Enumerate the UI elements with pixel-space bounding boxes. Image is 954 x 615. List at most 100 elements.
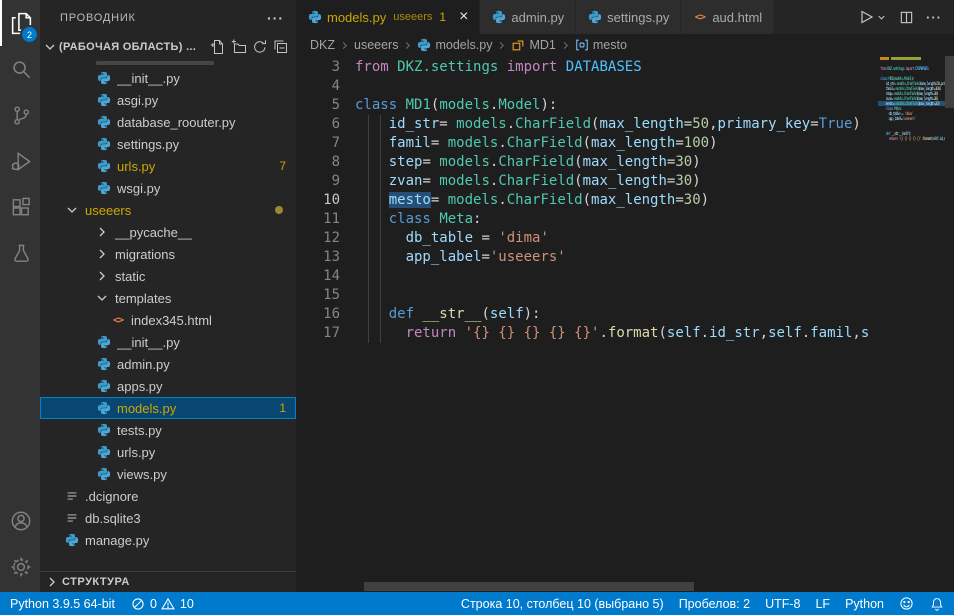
warning-icon [161,596,176,611]
code-line[interactable]: 13 app_label='useeers' [296,248,878,267]
new-folder-button[interactable] [230,38,248,56]
code-line[interactable]: 6 id_str= models.CharField(max_length=50… [296,115,878,134]
editor-group: models.pyuseeers1×admin.pysettings.py<>a… [296,0,954,592]
code-line[interactable]: 9 zvan= models.CharField(max_length=30) [296,172,878,191]
activity-item-manage[interactable] [0,544,40,590]
tree-item-index345.html[interactable]: <>index345.html [40,309,296,331]
tree-item-db.sqlite3[interactable]: db.sqlite3 [40,507,296,529]
eol[interactable]: LF [815,597,830,611]
tree-item-urls.py[interactable]: urls.py7 [40,155,296,177]
tab-settings.py[interactable]: settings.py [576,0,681,34]
status-bar: Python 3.9.5 64-bit 010 Строка 10, столбе… [0,592,954,615]
code-line[interactable]: 16 def __str__(self): [296,305,878,324]
indentation[interactable]: Пробелов: 2 [679,597,750,611]
split-editor-button[interactable] [899,10,914,25]
problems[interactable]: 010 [131,596,194,611]
tree-item-models.py[interactable]: models.py1 [40,397,296,419]
collapse-folders-button[interactable] [272,38,290,56]
indent-guide [368,229,369,248]
tab-aud.html[interactable]: <>aud.html [681,0,774,34]
activity-item-run-debug[interactable] [0,138,40,184]
breadcrumb-item-MD1[interactable]: MD1 [511,38,555,52]
tree-item-label: database_roouter.py [117,115,236,130]
tab-models.py[interactable]: models.pyuseeers1× [296,0,480,34]
minimap[interactable]: from DKZ.settings import DATABASESclass … [878,56,945,592]
tree-item-static[interactable]: static [40,265,296,287]
code-line[interactable]: 5class MD1(models.Model): [296,96,878,115]
explorer-more-actions-button[interactable]: ··· [267,10,284,26]
vertical-scrollbar[interactable] [945,56,954,592]
breadcrumb-label: models.py [435,38,492,52]
tree-item-asgi.py[interactable]: asgi.py [40,89,296,111]
activity-bar-bottom [0,498,40,590]
refresh-button[interactable] [251,38,269,56]
tree-item-database_roouter.py[interactable]: database_roouter.py [40,111,296,133]
breadcrumb-item-models.py[interactable]: models.py [417,38,492,52]
code-line[interactable]: 11 class Meta: [296,210,878,229]
activity-item-source-control[interactable] [0,92,40,138]
status-label: Python [845,597,884,611]
close-icon[interactable]: × [459,9,468,25]
line-number: 3 [296,58,340,77]
run-button[interactable] [858,9,887,25]
tree-item-migrations[interactable]: migrations [40,243,296,265]
encoding[interactable]: UTF-8 [765,597,800,611]
activity-item-explorer[interactable]: 2 [0,0,40,46]
code-line[interactable]: 8 step= models.CharField(max_length=30) [296,153,878,172]
language-mode[interactable]: Python [845,597,884,611]
file-icon [64,488,80,504]
tree-item-label: tests.py [117,423,162,438]
code-line[interactable]: 10 mesto= models.CharField(max_length=30… [296,191,878,210]
tree-item-views.py[interactable]: views.py [40,463,296,485]
code-line[interactable]: 14 [296,267,878,286]
debug-icon [10,150,33,173]
python-icon [96,114,112,130]
tree-item-__init__.py[interactable]: __init__.py [40,331,296,353]
modified-dot-badge [275,206,283,214]
code-line[interactable]: 15 [296,286,878,305]
tree-item-templates[interactable]: templates [40,287,296,309]
activity-item-testing[interactable] [0,230,40,276]
python-icon [307,10,322,25]
feedback-button[interactable] [899,596,914,611]
activity-item-extensions[interactable] [0,184,40,230]
activity-item-search[interactable] [0,46,40,92]
tree-item-__init__.py[interactable]: __init__.py [40,67,296,89]
workspace-section-header[interactable]: (РАБОЧАЯ ОБЛАСТЬ) ... [40,35,296,58]
breadcrumb-item-useeers[interactable]: useeers [354,38,398,52]
tree-item-useeers[interactable]: useeers [40,199,296,221]
indent-guide [368,210,369,229]
new-file-button[interactable] [209,38,227,56]
tree-item-admin.py[interactable]: admin.py [40,353,296,375]
file-icon [64,510,80,526]
code-line[interactable]: 12 db_table = 'dima' [296,229,878,248]
code-line[interactable]: 17 return '{} {} {} {} {}'.format(self.i… [296,324,878,343]
more-actions-button[interactable]: ··· [926,10,942,25]
tree-item-tests.py[interactable]: tests.py [40,419,296,441]
breadcrumb-item-mesto[interactable]: mesto [575,38,627,52]
indent-guide [380,172,381,191]
tree-item-__pycache__[interactable]: __pycache__ [40,221,296,243]
tree-item-manage.py[interactable]: manage.py [40,529,296,551]
tree-item-wsgi.py[interactable]: wsgi.py [40,177,296,199]
vertical-scrollbar-thumb[interactable] [945,56,954,108]
code-line[interactable]: 3from DKZ.settings import DATABASES [296,58,878,77]
code-editor[interactable]: 3from DKZ.settings import DATABASES45cla… [296,56,878,592]
python-interpreter[interactable]: Python 3.9.5 64-bit [10,597,115,611]
outline-section-header[interactable]: СТРУКТУРА [40,571,296,592]
clipped-tree-item[interactable] [40,58,296,67]
cursor-position[interactable]: Строка 10, столбец 10 (выбрано 5) [461,597,664,611]
tree-item-settings.py[interactable]: settings.py [40,133,296,155]
notifications-button[interactable] [929,596,944,611]
breadcrumb-item-DKZ[interactable]: DKZ [310,38,335,52]
tree-item-urls.py[interactable]: urls.py [40,441,296,463]
tab-admin.py[interactable]: admin.py [480,0,576,34]
activity-item-accounts[interactable] [0,498,40,544]
tree-item-label: manage.py [85,533,149,548]
code-line[interactable]: 7 famil= models.CharField(max_length=100… [296,134,878,153]
tree-item-.dcignore[interactable]: .dcignore [40,485,296,507]
tree-item-apps.py[interactable]: apps.py [40,375,296,397]
code-line[interactable]: 4 [296,77,878,96]
horizontal-scrollbar-thumb[interactable] [364,582,694,591]
line-number: 12 [296,229,340,248]
